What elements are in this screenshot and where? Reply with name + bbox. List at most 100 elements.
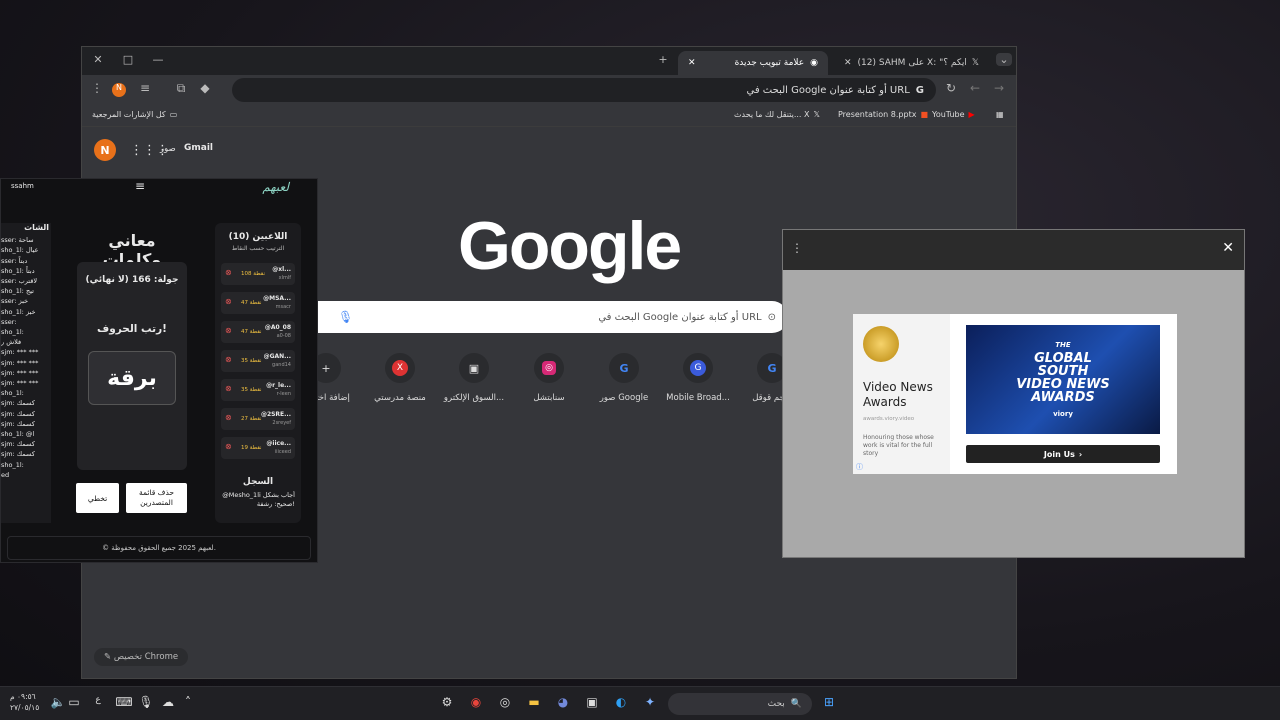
remove-player-icon[interactable]: ⊗ [225, 442, 232, 451]
close-ad-icon[interactable]: ✕ [1222, 240, 1234, 256]
close-window-icon[interactable]: ✕ [90, 53, 106, 66]
discord-icon[interactable]: ◕ [553, 695, 573, 713]
player-row[interactable]: ⊗ 35 نقطة @GAN... gand14 [221, 350, 295, 372]
player-handle: iiiceed [274, 449, 291, 455]
obs-icon[interactable]: ◎ [495, 695, 515, 713]
forward-icon[interactable]: → [990, 81, 1008, 95]
player-name: @r_le... [266, 382, 291, 389]
join-us-button[interactable]: Join Us › [966, 445, 1160, 463]
maximize-icon[interactable]: □ [120, 53, 136, 66]
language-indicator[interactable]: ع [88, 695, 108, 713]
player-points: 35 نقطة [241, 358, 262, 364]
gmail-link[interactable]: Gmail [184, 143, 213, 153]
remove-player-icon[interactable]: ⊗ [225, 326, 232, 335]
display-icon[interactable]: ▭ [64, 695, 84, 713]
shortcut-google-images[interactable]: G صور Google [584, 353, 664, 403]
ad-menu-icon[interactable]: ⋮ [791, 241, 803, 255]
menu-dots-icon[interactable]: ⋮ [88, 81, 106, 95]
onedrive-icon[interactable]: ☁ [158, 695, 178, 713]
shortcut-store[interactable]: ▣ السوق الإلكترو... [434, 353, 514, 403]
x-logo-icon: 𝕏 [813, 110, 820, 119]
reload-icon[interactable]: ↻ [942, 81, 960, 95]
player-handle: r-leen [276, 391, 291, 397]
search-icon: 🔍 [790, 699, 802, 709]
google-lens-icon[interactable]: ⊙ [768, 312, 776, 323]
chat-panel: الشات sser: ساحة sho_1l: عيال sser: دبتاً s… [1, 223, 51, 523]
ad-card[interactable]: Video News Awards awards.viory.video Hon… [853, 314, 1177, 474]
close-tab-icon[interactable]: ✕ [844, 58, 852, 68]
apps-grid-icon[interactable]: ▦ [996, 110, 1004, 119]
hamburger-menu-icon[interactable]: ≡ [135, 179, 145, 193]
shortcut-mobile-broadband[interactable]: G Mobile Broad... [658, 353, 738, 403]
file-explorer-icon[interactable]: ▬ [524, 695, 544, 713]
customize-chrome-button[interactable]: ✎ تخصيص Chrome [94, 648, 189, 666]
all-bookmarks[interactable]: كل الإشارات المرجعية ▭ [92, 110, 177, 119]
media-icon[interactable]: ≡ [136, 81, 154, 95]
remove-player-icon[interactable]: ⊗ [225, 384, 232, 393]
chat-message: sser: دبتاً [1, 256, 28, 265]
chat-message: sjm: كسمك [1, 399, 35, 408]
clock[interactable]: ٠٩:٥٦ م ٢٧/٠٥/١٥ [10, 691, 39, 713]
player-row[interactable]: ⊗ 19 نقطة @iice... iiiceed [221, 437, 295, 459]
bookmarks-bar: كل الإشارات المرجعية ▭ يتنقل لك ما يحدث.… [82, 105, 1016, 127]
minimize-icon[interactable]: — [150, 53, 166, 66]
store-taskbar-icon[interactable]: ▣ [582, 695, 602, 713]
images-link[interactable]: صور [160, 144, 176, 154]
taskbar-search[interactable]: بحث 🔍 [668, 693, 812, 715]
close-tab-icon[interactable]: ✕ [688, 58, 696, 68]
voice-search-icon[interactable]: 🎙 [338, 310, 353, 324]
microphone-icon[interactable]: 🎙 [136, 695, 156, 713]
chat-messages: sser: ساحة sho_1l: عيال sser: دبتاً sho_1l:… [1, 235, 51, 480]
game-footer: © لعبهم 2025 جميع الحقوق محفوظة. [7, 536, 311, 560]
remove-player-icon[interactable]: ⊗ [225, 297, 232, 306]
player-name: @2SRE... [260, 411, 291, 418]
google-g-icon: G [915, 84, 924, 96]
address-bar[interactable]: البحث في Google أو كتابة عنوان URL G [232, 78, 936, 102]
bookmark-youtube[interactable]: YouTube ▶ [932, 110, 975, 119]
ad-info-icon[interactable]: ⓘ [856, 462, 863, 472]
chat-message: sjm: *** *** [1, 379, 39, 388]
chat-message: sho_1l: @l [1, 430, 35, 439]
new-tab-icon[interactable]: + [655, 53, 671, 66]
copilot-icon[interactable]: ✦ [640, 695, 660, 713]
taskbar: ٠٩:٥٦ م ٢٧/٠٥/١٥ 🔈 ▭ ع ⌨ 🎙 ☁ ˄ ⚙ ◉ ◎ ▬ ◕… [0, 686, 1280, 720]
chat-message: فلاش ر [1, 338, 22, 347]
tray-chevron-icon[interactable]: ˄ [178, 695, 198, 713]
remove-player-icon[interactable]: ⊗ [225, 355, 232, 364]
player-row[interactable]: ⊗ 47 نقطة @MSA... msacr [221, 292, 295, 314]
tab-search-icon[interactable]: ⌄ [996, 53, 1012, 66]
player-row[interactable]: ⊗ 47 نقطة @A0_08 a0-08 [221, 321, 295, 343]
player-points: 35 نقطة [241, 387, 262, 393]
chrome-taskbar-icon[interactable]: ◉ [466, 695, 486, 713]
skip-button[interactable]: تخطي [76, 483, 119, 513]
bookmark-presentation[interactable]: Presentation 8.pptx ■ [838, 110, 928, 119]
tab-strip: ✕ □ — + ✕ علامة تبويب جديدة ◉ ✕ (12) SAH… [82, 47, 1016, 75]
extensions-icon[interactable]: ⧉ [172, 81, 190, 96]
account-avatar[interactable]: N [94, 139, 116, 161]
remove-player-icon[interactable]: ⊗ [225, 413, 232, 422]
chat-message: sho_1l: [1, 389, 24, 398]
delete-leaderboard-button[interactable]: حذف قائمة المتصدرين [126, 483, 187, 513]
player-row[interactable]: ⊗ 35 نقطة @r_le... r-leen [221, 379, 295, 401]
extension-diamond-icon[interactable]: ◆ [196, 81, 214, 95]
ntp-search-input[interactable]: البحث في Google أو كتابة عنوان URL ⊙ [318, 301, 788, 333]
edge-icon[interactable]: ◐ [611, 695, 631, 713]
windows-start-icon[interactable]: ⊞ [819, 695, 839, 713]
back-icon[interactable]: ← [966, 81, 984, 95]
username: ssahm [11, 182, 34, 190]
keyboard-icon[interactable]: ⌨ [114, 695, 134, 713]
shortcut-madrasati[interactable]: X منصة مدرستي [360, 353, 440, 403]
bookmark-x[interactable]: يتنقل لك ما يحدث... X 𝕏 [734, 110, 820, 119]
tab-new-tab[interactable]: ✕ علامة تبويب جديدة ◉ [678, 51, 828, 75]
profile-avatar[interactable]: N [112, 83, 126, 97]
tab-x-post[interactable]: ✕ (12) SAHM على X: "رايكم ؟" 𝕏 [834, 51, 989, 75]
chat-message: sjm: *** *** [1, 348, 39, 357]
remove-player-icon[interactable]: ⊗ [225, 268, 232, 277]
x-app-icon: X [385, 353, 415, 383]
players-title: اللاعبين (10) [228, 232, 288, 242]
player-row[interactable]: ⊗ 27 نقطة @2SRE... 2sreyef [221, 408, 295, 430]
steam-icon[interactable]: ⚙ [437, 695, 457, 713]
player-handle: msacr [275, 304, 291, 310]
shortcut-instagram[interactable]: ◎ سنابتشل [509, 353, 589, 403]
player-row[interactable]: ⊗ 108 نقطة @xl... xlmlf [221, 263, 295, 285]
